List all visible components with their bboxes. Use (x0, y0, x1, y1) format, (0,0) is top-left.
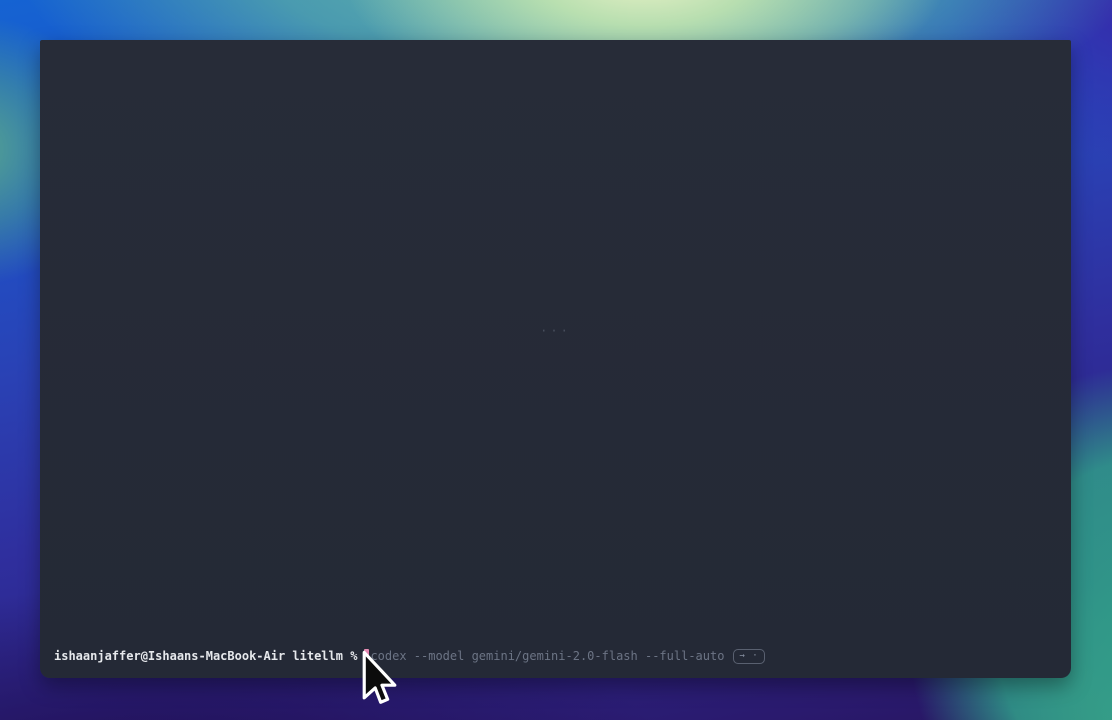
desktop-wallpaper: ··· ishaanjaffer@Ishaans-MacBook-Air lit… (0, 0, 1112, 720)
terminal-prompt-line[interactable]: ishaanjaffer@Ishaans-MacBook-Air litellm… (54, 648, 1057, 664)
mouse-cursor-icon (360, 650, 398, 714)
loading-dots: ··· (40, 324, 1071, 338)
shell-prompt: ishaanjaffer@Ishaans-MacBook-Air litellm… (54, 648, 357, 664)
accept-suggestion-hint-badge: → · (733, 649, 764, 664)
terminal-output-area: ··· (40, 40, 1071, 638)
autosuggestion-text: codex --model gemini/gemini-2.0-flash --… (370, 648, 724, 664)
terminal-window[interactable]: ··· ishaanjaffer@Ishaans-MacBook-Air lit… (40, 40, 1071, 678)
